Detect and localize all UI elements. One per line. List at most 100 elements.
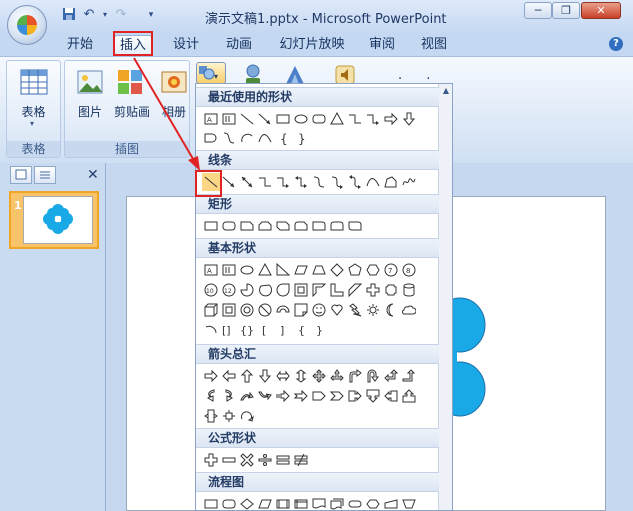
flowchart-process-icon[interactable] <box>202 495 220 510</box>
vertical-textbox-icon[interactable] <box>220 261 238 279</box>
snip-round-rect-icon[interactable] <box>292 217 310 235</box>
table-button[interactable]: 表格 <box>7 103 60 120</box>
flowchart-multidocument-icon[interactable] <box>328 495 346 510</box>
tab-slideshow[interactable]: 幻灯片放映 <box>276 35 348 55</box>
scroll-up-icon[interactable]: ▲ <box>439 84 452 98</box>
notched-right-arrow-icon[interactable] <box>292 387 310 405</box>
flowchart-decision-icon[interactable] <box>238 495 256 510</box>
quad-arrow-icon[interactable] <box>310 367 328 385</box>
flowchart-internal-storage-icon[interactable] <box>292 495 310 510</box>
elbow-arrow-connector-icon[interactable] <box>274 173 292 191</box>
moon-icon[interactable] <box>382 301 400 319</box>
half-frame-icon[interactable] <box>310 281 328 299</box>
oval-icon[interactable] <box>238 261 256 279</box>
left-right-arrow-callout-icon[interactable] <box>202 407 220 425</box>
left-right-up-arrow-icon[interactable] <box>328 367 346 385</box>
chord-icon[interactable] <box>256 281 274 299</box>
math-equal-icon[interactable] <box>274 451 292 469</box>
double-brace-icon[interactable]: {} <box>238 321 256 339</box>
octagon-icon[interactable]: 8 <box>400 261 418 279</box>
lightning-icon[interactable] <box>346 301 364 319</box>
tab-animation[interactable]: 动画 <box>221 35 257 55</box>
flowchart-manual-operation-icon[interactable] <box>400 495 418 510</box>
round-diagonal-rect-icon[interactable] <box>346 217 364 235</box>
curved-connector-icon[interactable] <box>310 173 328 191</box>
picture-icon[interactable] <box>75 67 105 100</box>
save-icon[interactable] <box>60 7 78 23</box>
trapezoid-icon[interactable] <box>310 261 328 279</box>
frame-icon[interactable] <box>292 281 310 299</box>
smiley-icon[interactable] <box>310 301 328 319</box>
elbow-connector-shape-icon[interactable] <box>346 110 364 128</box>
flowchart-alternate-process-icon[interactable] <box>220 495 238 510</box>
curved-arrow-connector-icon[interactable] <box>328 173 346 191</box>
snip-same-side-rect-icon[interactable] <box>256 217 274 235</box>
rectangle-shape-icon[interactable] <box>274 110 292 128</box>
math-plus-icon[interactable] <box>202 451 220 469</box>
freeform-icon[interactable] <box>382 173 400 191</box>
quad-arrow-callout-icon[interactable] <box>220 407 238 425</box>
table-dropdown-icon[interactable]: ▾ <box>30 119 34 128</box>
can-icon[interactable] <box>400 281 418 299</box>
dodecagon-icon[interactable]: 12 <box>220 281 238 299</box>
block-arc-icon[interactable] <box>274 301 292 319</box>
left-brace-shape-icon[interactable]: { <box>274 129 292 147</box>
diamond-icon[interactable] <box>328 261 346 279</box>
scribble-icon[interactable] <box>400 173 418 191</box>
curve-icon[interactable] <box>364 173 382 191</box>
cube-icon[interactable] <box>202 301 220 319</box>
bent-up-arrow-icon[interactable] <box>400 367 418 385</box>
curved-double-arrow-icon[interactable] <box>346 173 364 191</box>
minimize-button[interactable]: ─ <box>524 2 552 19</box>
left-brace-icon[interactable]: { <box>292 321 310 339</box>
curved-up-arrow-icon[interactable] <box>238 387 256 405</box>
album-button[interactable]: 相册 <box>157 103 191 120</box>
curved-right-arrow-icon[interactable] <box>202 387 220 405</box>
curved-left-arrow-icon[interactable] <box>220 387 238 405</box>
textbox-icon[interactable]: A <box>202 261 220 279</box>
snip-diagonal-rect-icon[interactable] <box>274 217 292 235</box>
clipart-icon[interactable] <box>115 67 145 100</box>
slides-tab[interactable] <box>10 166 32 184</box>
elbow-connector-icon[interactable] <box>256 173 274 191</box>
math-minus-icon[interactable] <box>220 451 238 469</box>
outline-tab[interactable] <box>34 166 56 184</box>
left-bracket-icon[interactable]: [ <box>256 321 274 339</box>
close-pane-icon[interactable]: ✕ <box>87 167 99 183</box>
down-arrow-shape-icon[interactable] <box>400 110 418 128</box>
teardrop-icon[interactable] <box>274 281 292 299</box>
tab-view[interactable]: 视图 <box>416 35 452 55</box>
restore-button[interactable]: ❐ <box>552 2 580 19</box>
flowchart-preparation-icon[interactable] <box>364 495 382 510</box>
bevel-icon[interactable] <box>220 301 238 319</box>
tab-home[interactable]: 开始 <box>62 35 98 55</box>
circular-arrow-icon[interactable] <box>238 407 256 425</box>
round-single-corner-rect-icon[interactable] <box>310 217 328 235</box>
rounded-rect-shape-icon[interactable] <box>310 110 328 128</box>
office-button[interactable] <box>7 5 47 45</box>
close-button[interactable]: ✕ <box>581 2 621 19</box>
pie-icon[interactable] <box>238 281 256 299</box>
curved-down-arrow-icon[interactable] <box>256 387 274 405</box>
left-up-arrow-icon[interactable] <box>382 367 400 385</box>
oval-shape-icon[interactable] <box>292 110 310 128</box>
pentagon-arrow-icon[interactable] <box>310 387 328 405</box>
triangle-shape-icon[interactable] <box>328 110 346 128</box>
picture-button[interactable]: 图片 <box>68 103 112 120</box>
no-symbol-icon[interactable] <box>256 301 274 319</box>
sun-icon[interactable] <box>364 301 382 319</box>
flowchart-delay-shape-icon[interactable] <box>202 129 220 147</box>
customize-icon[interactable]: ▾ <box>142 7 160 23</box>
heart-icon[interactable] <box>328 301 346 319</box>
flowchart-predefined-process-icon[interactable] <box>274 495 292 510</box>
up-down-arrow-icon[interactable] <box>292 367 310 385</box>
block-up-arrow-icon[interactable] <box>238 367 256 385</box>
striped-right-arrow-icon[interactable] <box>274 387 292 405</box>
cloud-icon[interactable] <box>400 301 418 319</box>
redo-icon[interactable]: ↷ <box>112 7 130 23</box>
right-triangle-icon[interactable] <box>274 261 292 279</box>
elbow-double-arrow-icon[interactable] <box>292 173 310 191</box>
right-brace-shape-icon[interactable]: } <box>292 129 310 147</box>
line-shape-icon[interactable] <box>238 110 256 128</box>
plaque-icon[interactable] <box>382 281 400 299</box>
